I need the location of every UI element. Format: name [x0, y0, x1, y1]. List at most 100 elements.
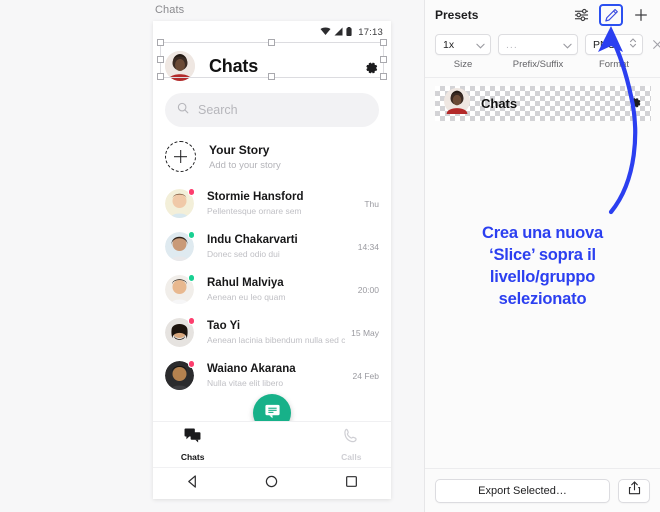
search-input[interactable]: Search [165, 93, 379, 127]
status-time: 17:13 [358, 26, 383, 38]
close-icon[interactable] [652, 38, 660, 53]
prefix-suffix-label: Prefix/Suffix [512, 59, 564, 70]
panel-header: Presets [425, 0, 660, 30]
nav-label: Chats [180, 451, 205, 462]
share-button[interactable] [618, 478, 650, 503]
selection-handle-tl[interactable] [157, 39, 164, 46]
avatar [165, 51, 195, 81]
chat-message: Aenean lacinia bibendum nulla sed consec… [207, 335, 346, 345]
panel-title: Presets [435, 8, 479, 22]
your-story-row[interactable]: Your Story Add to your story [153, 127, 391, 182]
frame-label[interactable]: Chats [155, 4, 184, 16]
format-select[interactable]: PNG [585, 34, 643, 55]
slice-tool-icon[interactable] [599, 4, 623, 26]
selection-handle-bc[interactable] [268, 73, 275, 80]
story-title: Your Story [209, 142, 270, 157]
selection-handle-ml[interactable] [157, 56, 164, 63]
list-item[interactable]: Stormie Hansford Pellentesque ornare sem… [153, 182, 391, 225]
status-badge [187, 231, 195, 239]
chat-name: Indu Chakarvarti [207, 234, 298, 246]
search-icon [177, 101, 189, 119]
battery-icon [346, 23, 352, 41]
search-placeholder: Search [198, 103, 238, 117]
selection-handle-tc[interactable] [268, 39, 275, 46]
chat-message: Pellentesque ornare sem [207, 206, 302, 216]
size-select[interactable]: 1x [435, 34, 491, 55]
selection-handle-tr[interactable] [380, 39, 387, 46]
android-nav-bar[interactable] [153, 467, 391, 499]
status-badge [187, 274, 195, 282]
chat-name: Tao Yi [207, 320, 241, 332]
export-preview[interactable]: Chats [435, 86, 651, 121]
chats-icon [184, 427, 201, 448]
prefix-suffix-value: ... [506, 38, 518, 51]
export-selected-button[interactable]: Export Selected… [435, 478, 610, 503]
page-title: Chats [209, 55, 259, 76]
size-control[interactable]: 1x Size [435, 34, 491, 70]
status-badge [187, 188, 195, 196]
annotation-line: Crea una nuova [482, 224, 603, 242]
avatar [165, 188, 195, 218]
chat-name: Stormie Hansford [207, 191, 304, 203]
plus-icon[interactable] [165, 141, 196, 172]
design-canvas[interactable]: Chats 17:13 Chats Search Your Story Add … [0, 0, 424, 512]
avatar [444, 88, 470, 119]
nav-item-chats[interactable]: Chats [153, 427, 232, 462]
phone-icon [343, 428, 359, 448]
chat-message: Nulla vitae elit libero [207, 378, 284, 388]
back-icon[interactable] [186, 474, 199, 493]
phone-frame[interactable]: 17:13 Chats Search Your Story Add to you… [153, 21, 391, 499]
panel-footer[interactable]: Export Selected… [425, 468, 660, 512]
chat-list[interactable]: Stormie Hansford Pellentesque ornare sem… [153, 182, 391, 397]
preset-controls[interactable]: 1x Size ... Prefix/Suffix PNG Format [425, 30, 660, 70]
format-value: PNG [593, 38, 616, 51]
avatar [165, 274, 195, 304]
annotation-line: selezionato [498, 290, 587, 308]
annotation-line: livello/gruppo [489, 268, 596, 286]
chat-name: Waiano Akarana [207, 363, 296, 375]
home-icon[interactable] [265, 475, 278, 493]
list-item[interactable]: Rahul Malviya Aenean eu leo quam 20:00 [153, 268, 391, 311]
preview-title: Chats [481, 96, 518, 111]
chat-time: Thu [364, 198, 379, 209]
format-control[interactable]: PNG Format [585, 34, 643, 70]
chat-time: 15 May [351, 327, 379, 338]
plus-icon[interactable] [630, 5, 652, 25]
format-label: Format [598, 59, 630, 70]
prefix-suffix-control[interactable]: ... Prefix/Suffix [498, 34, 578, 70]
gear-icon [629, 95, 642, 113]
export-preview-row[interactable]: Chats [425, 78, 660, 121]
avatar [165, 231, 195, 261]
recents-icon[interactable] [345, 475, 358, 493]
chat-name: Rahul Malviya [207, 277, 284, 289]
app-header[interactable]: Chats [153, 43, 391, 89]
annotation-line: ‘Slice’ sopra il [489, 246, 596, 264]
list-item[interactable]: Waiano Akarana Nulla vitae elit libero 2… [153, 354, 391, 397]
avatar [165, 360, 195, 390]
selection-handle-mr[interactable] [380, 56, 387, 63]
nav-label: Calls [341, 451, 362, 462]
sliders-icon[interactable] [570, 5, 592, 25]
export-presets-panel[interactable]: Presets 1x Size ... Prefix/Suffix PNG Fo… [424, 0, 660, 512]
story-subtitle: Add to your story [209, 159, 281, 171]
chat-time: 24 Feb [352, 370, 379, 381]
share-icon [628, 481, 641, 500]
list-item[interactable]: Indu Chakarvarti Donec sed odio dui 14:3… [153, 225, 391, 268]
status-badge [187, 317, 195, 325]
chat-time: 14:34 [357, 241, 379, 252]
list-item[interactable]: Tao Yi Aenean lacinia bibendum nulla sed… [153, 311, 391, 354]
chevron-down-icon [476, 36, 485, 54]
size-value: 1x [443, 38, 455, 51]
avatar [165, 317, 195, 347]
chevron-down-icon [563, 36, 572, 54]
gear-icon[interactable] [364, 59, 379, 74]
chat-time: 20:00 [357, 284, 379, 295]
selection-handle-bl[interactable] [157, 73, 164, 80]
status-badge [187, 360, 195, 368]
nav-item-calls[interactable]: Calls [312, 428, 391, 462]
prefix-suffix-select[interactable]: ... [498, 34, 578, 55]
stepper-icon [629, 36, 637, 54]
chat-message: Donec sed odio dui [207, 249, 280, 259]
bottom-navigation[interactable]: Chats Calls [153, 421, 391, 467]
selection-handle-br[interactable] [380, 73, 387, 80]
